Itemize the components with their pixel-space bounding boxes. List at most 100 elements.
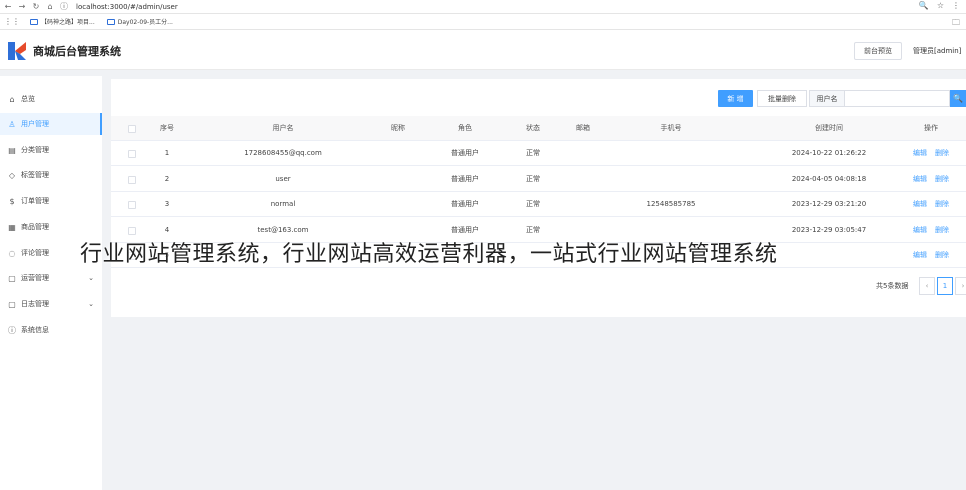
browser-menu-icon[interactable]: ⋮ xyxy=(952,1,960,10)
bookmark-star-icon[interactable]: ☆ xyxy=(937,1,944,10)
sidebar: ⌂ 总览 ♙ 用户管理 ▤ 分类管理 ◇ 标签管理 $ 订单管理 ▦ 商品管理 ◌ 评论管理 ▢ 运营管理 ⌄ ▢… xyxy=(0,76,102,490)
sidebar-item-icon: ♙ xyxy=(8,119,16,129)
forward-icon[interactable]: → xyxy=(16,2,28,11)
table-cell xyxy=(560,141,606,166)
username-search-input[interactable] xyxy=(845,90,950,107)
address-bar[interactable]: localhost:3000/#/admin/user xyxy=(76,3,178,11)
edit-link[interactable]: 编辑 xyxy=(913,226,927,234)
row-checkbox[interactable] xyxy=(128,201,136,209)
sidebar-item-icon: $ xyxy=(9,196,15,206)
column-header: 序号 xyxy=(160,124,174,132)
row-actions: 编辑 删除 xyxy=(901,192,961,217)
row-checkbox[interactable] xyxy=(128,226,136,235)
home-icon[interactable]: ⌂ xyxy=(44,2,56,11)
sidebar-item-icon: ⓘ xyxy=(8,325,16,335)
table-cell: 普通用户 xyxy=(451,174,479,183)
sidebar-item-icon: ▦ xyxy=(8,222,16,232)
select-all-checkbox[interactable] xyxy=(128,125,136,133)
sidebar-item[interactable]: ⓘ 系统信息 xyxy=(0,319,102,341)
site-info-icon[interactable]: ⓘ xyxy=(58,1,70,12)
sidebar-item[interactable]: ⌂ 总览 xyxy=(0,88,102,110)
column-header: 操作 xyxy=(924,124,938,132)
page-number-button[interactable]: 1 xyxy=(937,277,953,295)
row-checkbox[interactable] xyxy=(128,175,136,184)
zoom-icon[interactable]: 🔍 xyxy=(919,1,929,10)
add-user-button[interactable]: 新 增 xyxy=(718,90,753,107)
table-cell: 1728608455@qq.com xyxy=(244,149,322,157)
bookmark-label: Day02-09-员工分... xyxy=(117,19,173,26)
delete-link[interactable]: 删除 xyxy=(935,149,949,157)
table-cell: 2024-10-22 01:26:22 xyxy=(791,149,867,157)
batch-delete-button[interactable]: 批量删除 xyxy=(757,90,807,107)
sidebar-item[interactable]: ▤ 分类管理 xyxy=(0,139,102,161)
table-cell: 2024-04-05 04:08:18 xyxy=(791,174,867,183)
table-row: 3 normal 普通用户 正常 12548585785 2023-12-29 03:21… xyxy=(111,192,966,217)
sidebar-item-icon: ◌ xyxy=(8,248,16,258)
sidebar-item-icon: ▢ xyxy=(8,273,16,283)
row-actions: 编辑 删除 xyxy=(901,167,961,192)
sidebar-item-icon: ▤ xyxy=(8,145,16,155)
sidebar-item[interactable]: ♙ 用户管理 xyxy=(0,113,102,135)
sidebar-item[interactable]: ◇ 标签管理 xyxy=(0,164,102,186)
delete-link[interactable]: 删除 xyxy=(935,200,949,208)
chevron-down-icon: ⌄ xyxy=(88,300,94,308)
table-cell: 正常 xyxy=(526,149,540,157)
table-cell xyxy=(621,167,721,192)
row-checkbox[interactable] xyxy=(128,150,136,158)
table-cell xyxy=(560,192,606,217)
sidebar-item-label: 日志管理 xyxy=(21,300,49,308)
overlay-caption: 行业网站管理系统，行业网站高效运营利器，一站式行业网站管理系统 xyxy=(80,242,778,267)
edit-link[interactable]: 编辑 xyxy=(913,149,927,157)
table-cell: 1 xyxy=(164,149,170,157)
edit-link[interactable]: 编辑 xyxy=(913,251,927,259)
delete-link[interactable]: 删除 xyxy=(935,251,949,259)
sidebar-item-label: 标签管理 xyxy=(21,171,49,179)
column-header: 手机号 xyxy=(660,124,682,132)
search-icon[interactable]: 🔍 xyxy=(950,90,966,107)
main-panel: 新 增 批量删除 用户名 🔍 序号 用户名 昵称 角色 状态 邮箱 手机号 创建时间 操作 11… xyxy=(111,79,966,317)
reload-icon[interactable]: ↻ xyxy=(30,2,42,11)
sidebar-item[interactable]: ▢ 日志管理 ⌄ xyxy=(0,293,102,315)
table-cell: 2023-12-29 03:21:20 xyxy=(791,200,867,208)
table-cell: normal xyxy=(270,200,296,208)
next-page-button[interactable]: › xyxy=(955,277,966,295)
logo-icon xyxy=(8,42,26,60)
bookmark-item[interactable]: Day02-09-员工分... xyxy=(106,17,173,26)
sidebar-item[interactable]: ▦ 商品管理 xyxy=(0,216,102,238)
apps-icon[interactable]: ⋮⋮ xyxy=(4,17,20,26)
edit-link[interactable]: 编辑 xyxy=(913,175,927,183)
table-row: 2 user 普通用户 正常 2024-04-05 04:08:18 编辑 删除 xyxy=(111,167,966,192)
table-cell: 12548585785 xyxy=(646,200,696,208)
browser-toolbar: ← → ↻ ⌂ ⓘ localhost:3000/#/admin/user 🔍 … xyxy=(0,0,966,14)
table-cell xyxy=(366,167,430,192)
sidebar-item[interactable]: ▢ 运营管理 ⌄ xyxy=(0,267,102,289)
table-cell xyxy=(621,141,721,166)
delete-link[interactable]: 删除 xyxy=(935,175,949,183)
sidebar-item-icon: ◇ xyxy=(8,170,16,180)
bookmark-label: 【码神之路】项目... xyxy=(41,19,95,26)
column-header: 昵称 xyxy=(391,124,405,132)
admin-user-menu[interactable]: 管理员[admin] xyxy=(913,46,961,56)
bookmark-item[interactable]: 【码神之路】项目... xyxy=(30,17,95,26)
app-header: 商城后台管理系统 前台预览 管理员[admin] xyxy=(0,30,966,70)
table-cell xyxy=(366,192,430,217)
sidebar-item-label: 系统信息 xyxy=(21,326,49,334)
prev-page-button[interactable]: ‹ xyxy=(919,277,935,295)
column-header: 邮箱 xyxy=(576,124,590,132)
sidebar-item-icon: ▢ xyxy=(8,299,16,309)
sidebar-item-label: 用户管理 xyxy=(21,120,49,128)
delete-link[interactable]: 删除 xyxy=(935,226,949,234)
edit-link[interactable]: 编辑 xyxy=(913,200,927,208)
column-header: 用户名 xyxy=(272,124,294,132)
sidebar-item-label: 订单管理 xyxy=(21,197,49,205)
preview-button[interactable]: 前台预览 xyxy=(854,42,902,60)
sidebar-item[interactable]: $ 订单管理 xyxy=(0,190,102,212)
sidebar-item-label: 总览 xyxy=(21,95,35,103)
back-icon[interactable]: ← xyxy=(2,2,14,11)
search-field-label: 用户名 xyxy=(809,90,845,107)
all-bookmarks-icon[interactable]: 🗀 xyxy=(952,17,960,31)
sidebar-item-label: 运营管理 xyxy=(21,274,49,282)
sidebar-item-icon: ⌂ xyxy=(9,94,15,104)
table-cell: 普通用户 xyxy=(451,149,479,157)
sidebar-item-label: 分类管理 xyxy=(21,146,49,154)
